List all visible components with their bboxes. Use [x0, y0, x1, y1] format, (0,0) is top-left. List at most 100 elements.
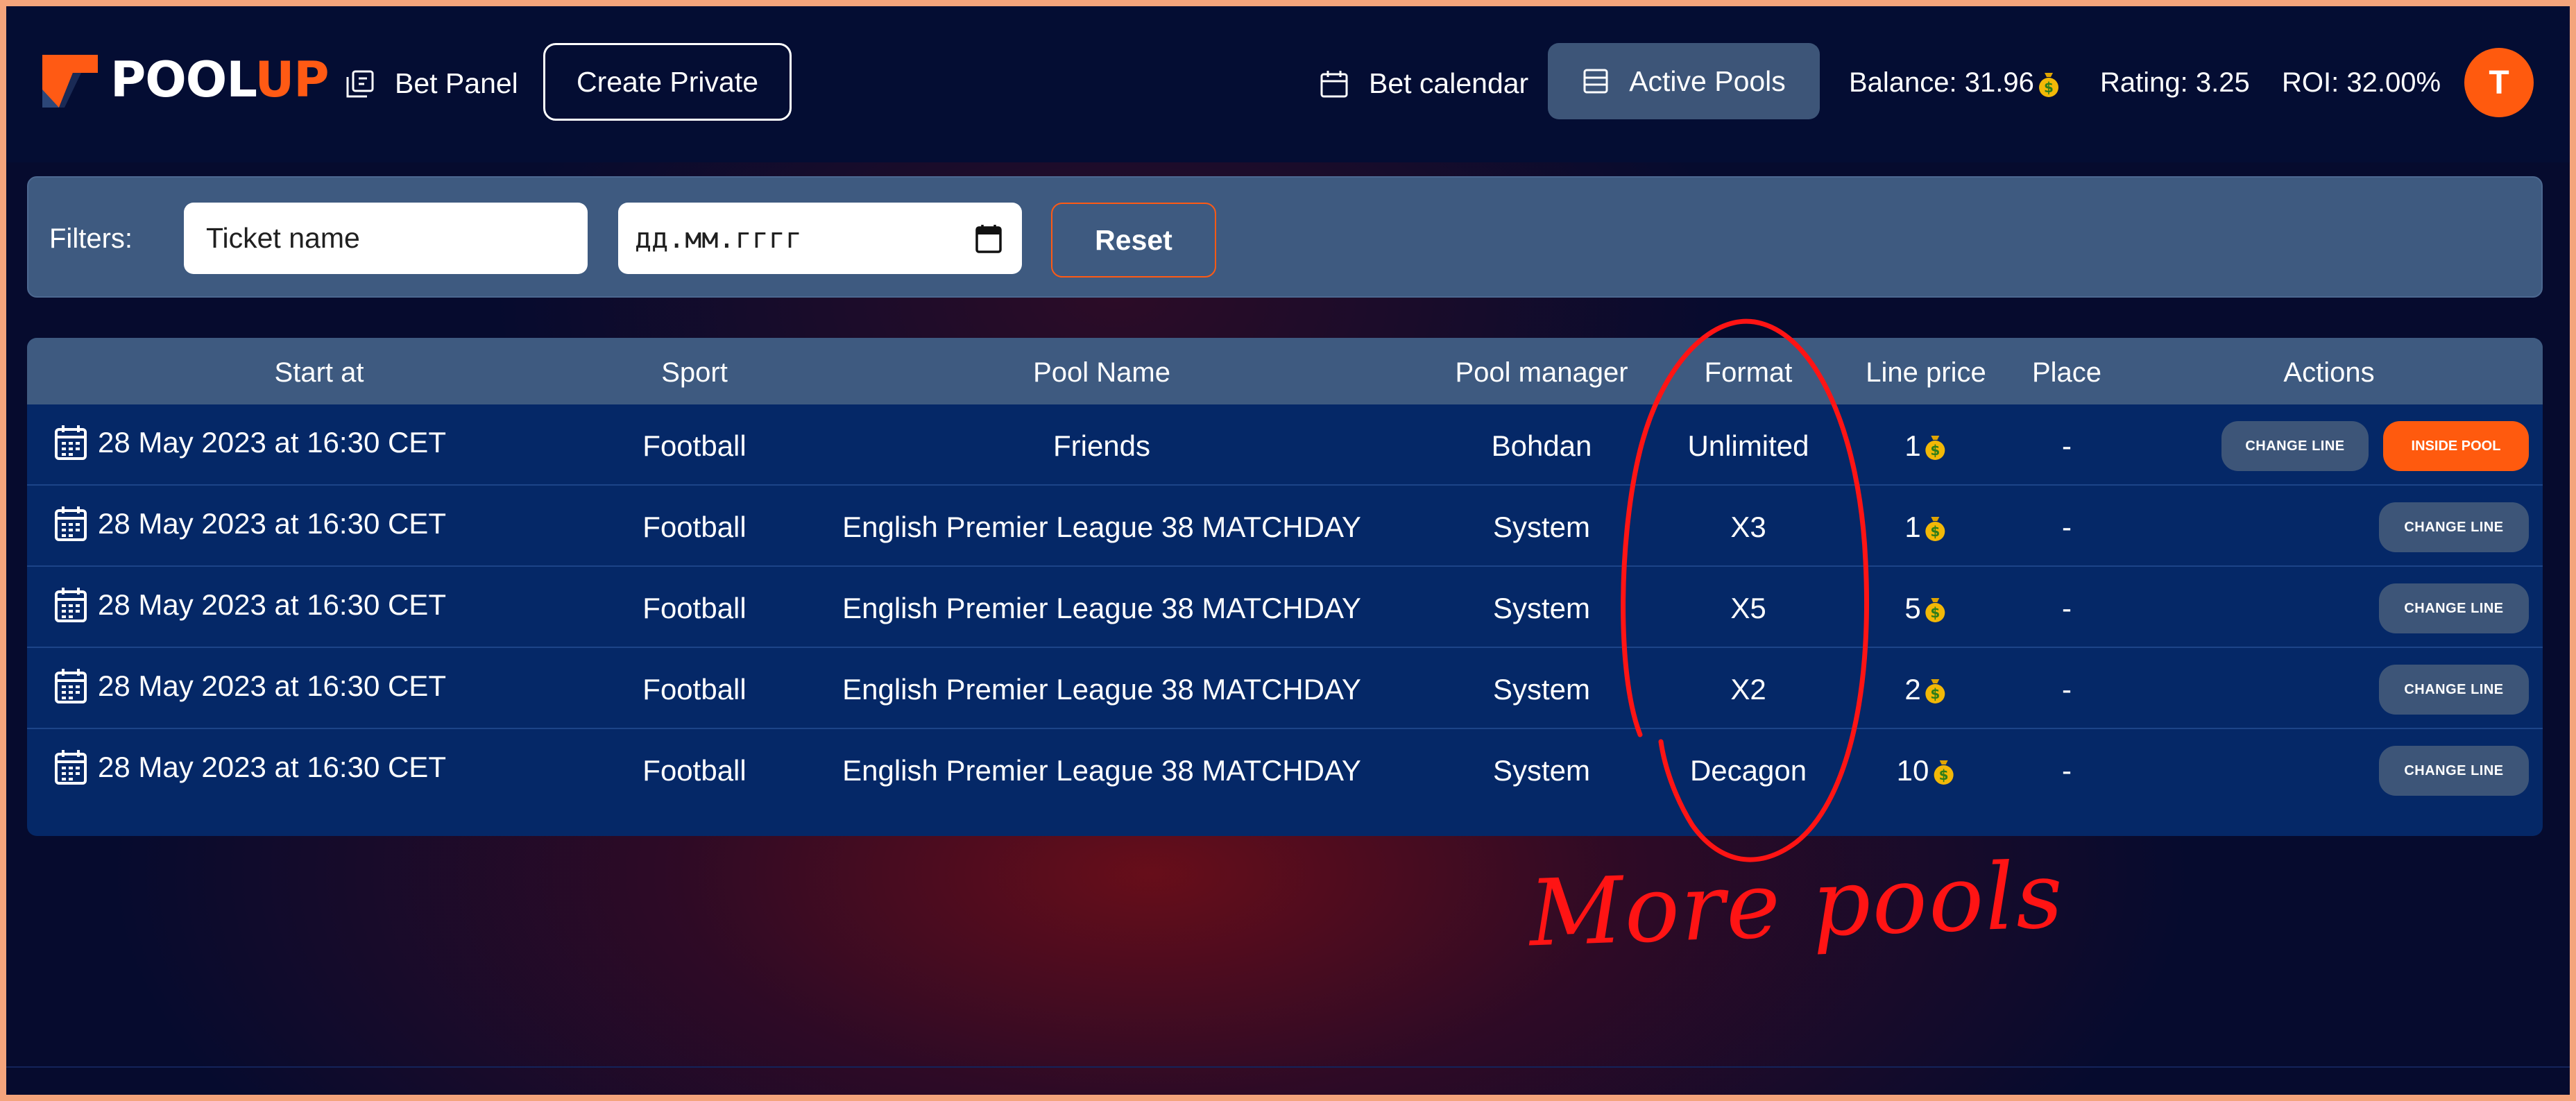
cell-place: -: [2062, 592, 2072, 624]
cell-manager: System: [1492, 673, 1591, 706]
header-price[interactable]: Line price: [1866, 357, 1986, 389]
header-place[interactable]: Place: [2032, 357, 2101, 389]
price-text: 5: [1904, 592, 1921, 624]
calendar-icon: [55, 588, 87, 622]
balance-text: Balance: 31.96: [1849, 67, 2034, 98]
table-row[interactable]: 28 May 2023 at 16:30 CET Football Englis…: [27, 648, 2543, 729]
inside-pool-button[interactable]: INSIDE POOL: [2383, 421, 2529, 471]
cell-price: 2 $: [1904, 673, 1947, 706]
cell-price: 10 $: [1897, 754, 1956, 787]
table-row[interactable]: 28 May 2023 at 16:30 CET Football Englis…: [27, 486, 2543, 567]
pools-table: Start at Sport Pool Name Pool manager Fo…: [27, 338, 2543, 836]
cell-pool-name: English Premier League 38 MATCHDAY: [842, 673, 1361, 706]
cell-manager: Bohdan: [1491, 429, 1592, 462]
change-line-button[interactable]: CHANGE LINE: [2379, 502, 2529, 552]
start-text: 28 May 2023 at 16:30 CET: [98, 669, 446, 702]
table-row[interactable]: 28 May 2023 at 16:30 CET Football Englis…: [27, 567, 2543, 648]
header-start[interactable]: Start at: [275, 357, 364, 389]
coin-bag-icon: $: [1925, 598, 1945, 622]
nav-active-pools[interactable]: Active Pools: [1548, 43, 1820, 119]
cell-sport: Football: [642, 754, 747, 787]
svg-text:$: $: [1931, 442, 1940, 459]
bet-panel-icon: [346, 70, 374, 97]
cell-format: Decagon: [1689, 754, 1807, 787]
cell-start: 28 May 2023 at 16:30 CET: [53, 505, 446, 543]
footer-divider: [6, 1066, 2570, 1068]
change-line-button[interactable]: CHANGE LINE: [2221, 421, 2369, 471]
cell-format: X5: [1730, 592, 1766, 624]
cell-place: -: [2062, 511, 2072, 543]
coin-bag-icon: $: [1925, 517, 1945, 541]
calendar-icon: [55, 425, 87, 460]
annotation-text: More pools: [1527, 842, 2066, 968]
start-text: 28 May 2023 at 16:30 CET: [98, 751, 446, 783]
header-pool-name[interactable]: Pool Name: [1033, 357, 1170, 389]
header-actions: Actions: [2283, 357, 2375, 388]
change-line-button[interactable]: CHANGE LINE: [2379, 583, 2529, 633]
reset-button[interactable]: Reset: [1051, 203, 1216, 278]
cell-price: 1 $: [1904, 429, 1947, 463]
logo-text-pool: POOL: [110, 51, 255, 108]
date-input[interactable]: дд.мм.гггг: [618, 203, 1022, 274]
cell-pool-name: English Premier League 38 MATCHDAY: [842, 511, 1361, 543]
date-picker-icon[interactable]: [975, 223, 1003, 254]
header-sport[interactable]: Sport: [661, 357, 728, 389]
cell-place: -: [2062, 673, 2072, 706]
price-text: 10: [1896, 754, 1929, 787]
nav-bet-panel[interactable]: Bet Panel: [345, 67, 518, 100]
cell-manager: System: [1492, 592, 1591, 624]
table-header: Start at Sport Pool Name Pool manager Fo…: [27, 338, 2543, 404]
logo-text: POOLUP: [110, 56, 330, 104]
header-manager[interactable]: Pool manager: [1455, 357, 1628, 389]
cell-sport: Football: [642, 673, 747, 706]
header-format[interactable]: Format: [1705, 357, 1793, 389]
nav-bet-calendar[interactable]: Bet calendar: [1319, 67, 1528, 100]
nav-bet-panel-label: Bet Panel: [395, 67, 518, 99]
logo-mark-icon: [42, 55, 98, 108]
cell-start: 28 May 2023 at 16:30 CET: [53, 424, 446, 461]
cell-start: 28 May 2023 at 16:30 CET: [53, 667, 446, 705]
change-line-button[interactable]: CHANGE LINE: [2379, 746, 2529, 796]
list-icon: [1583, 69, 1608, 94]
svg-text:$: $: [1938, 767, 1948, 783]
start-text: 28 May 2023 at 16:30 CET: [98, 507, 446, 540]
coin-bag-icon: $: [1925, 436, 1945, 460]
change-line-button[interactable]: CHANGE LINE: [2379, 665, 2529, 715]
rating-display: Rating: 3.25: [2100, 67, 2250, 98]
cell-sport: Football: [642, 511, 747, 543]
filters-label: Filters:: [49, 223, 133, 254]
cell-place: -: [2062, 754, 2072, 787]
create-private-button[interactable]: Create Private: [543, 43, 792, 121]
top-nav: POOLUP Bet Panel Create Private Bet cale…: [6, 6, 2570, 162]
date-placeholder: дд.мм.гггг: [635, 222, 802, 255]
svg-text:$: $: [1931, 685, 1940, 702]
logo[interactable]: POOLUP: [38, 48, 330, 112]
cell-format: Unlimited: [1687, 429, 1809, 462]
svg-text:$: $: [1931, 523, 1940, 540]
nav-bet-calendar-label: Bet calendar: [1369, 67, 1529, 99]
table-row[interactable]: 28 May 2023 at 16:30 CET Football Friend…: [27, 404, 2543, 486]
ticket-name-input[interactable]: Ticket name: [184, 203, 588, 274]
app-frame: POOLUP Bet Panel Create Private Bet cale…: [6, 6, 2570, 1095]
start-text: 28 May 2023 at 16:30 CET: [98, 426, 446, 459]
table-row[interactable]: 28 May 2023 at 16:30 CET Football Englis…: [27, 729, 2543, 810]
calendar-icon: [55, 506, 87, 541]
calendar-icon: [55, 669, 87, 703]
cell-sport: Football: [642, 429, 747, 462]
cell-place: -: [2062, 429, 2072, 462]
cell-pool-name: English Premier League 38 MATCHDAY: [842, 592, 1361, 624]
calendar-icon: [55, 750, 87, 785]
coin-bag-icon: $: [1934, 760, 1954, 785]
cell-price: 5 $: [1904, 592, 1947, 625]
balance-display: Balance: 31.96 $: [1849, 67, 2061, 99]
avatar[interactable]: T: [2464, 48, 2534, 117]
svg-text:$: $: [2044, 79, 2054, 96]
roi-display: ROI: 32.00%: [2282, 67, 2441, 98]
cell-manager: System: [1492, 754, 1591, 787]
nav-active-pools-label: Active Pools: [1629, 65, 1786, 97]
filters-bar: Filters: Ticket name дд.мм.гггг Reset: [27, 176, 2543, 298]
cell-start: 28 May 2023 at 16:30 CET: [53, 586, 446, 624]
calendar-icon: [1320, 70, 1348, 97]
coin-bag-icon: $: [2038, 72, 2058, 97]
cell-sport: Football: [642, 592, 747, 624]
